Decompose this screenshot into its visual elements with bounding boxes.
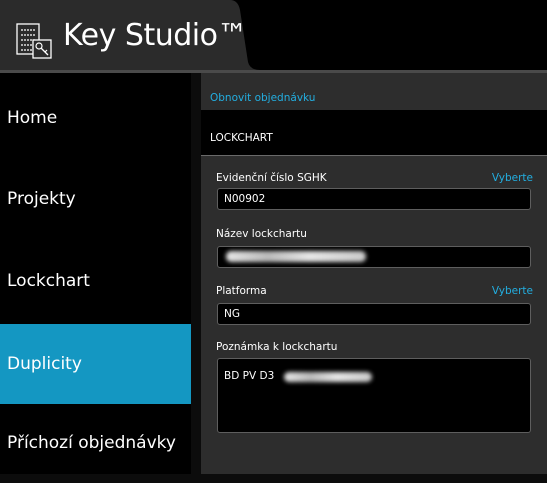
sidebar-item-prichozi-objednavky[interactable]: Příchozí objednávky bbox=[0, 403, 191, 483]
sidebar-item-projekty[interactable]: Projekty bbox=[0, 159, 191, 239]
sidebar-nav: Home Projekty Lockchart Duplicity Přícho… bbox=[0, 73, 191, 474]
section-title: LOCKCHART bbox=[210, 132, 273, 144]
redacted-note-mask bbox=[284, 372, 372, 382]
sidebar-item-label: Lockchart bbox=[7, 271, 90, 291]
sidebar-item-lockchart[interactable]: Lockchart bbox=[0, 241, 191, 321]
lockchart-name-label: Název lockchartu bbox=[216, 228, 307, 240]
platform-input[interactable] bbox=[217, 303, 531, 325]
keys-document-icon bbox=[16, 23, 52, 59]
app-header: Key Studio™ bbox=[0, 0, 547, 73]
lockchart-note-label: Poznámka k lockchartu bbox=[216, 341, 338, 353]
platform-label: Platforma bbox=[216, 285, 267, 297]
sidebar-item-label: Home bbox=[7, 108, 58, 128]
sghk-input[interactable] bbox=[217, 188, 531, 210]
redacted-name-mask bbox=[226, 251, 366, 262]
platform-choose-link[interactable]: Vyberte bbox=[492, 285, 533, 297]
app-title: Key Studio™ bbox=[63, 18, 247, 53]
refresh-order-link[interactable]: Obnovit objednávku bbox=[210, 92, 315, 104]
sidebar-item-label: Příchozí objednávky bbox=[7, 433, 176, 453]
sidebar-item-label: Projekty bbox=[7, 189, 76, 209]
order-detail-panel: Obnovit objednávku LOCKCHART Evidenční č… bbox=[201, 73, 547, 474]
sidebar-item-label: Duplicity bbox=[7, 354, 82, 374]
sidebar-item-home[interactable]: Home bbox=[0, 78, 191, 158]
sidebar-item-duplicity[interactable]: Duplicity bbox=[0, 324, 191, 404]
lockchart-note-input[interactable]: BD PV D3 bbox=[217, 358, 531, 433]
sghk-label: Evidenční číslo SGHK bbox=[216, 172, 327, 184]
sghk-choose-link[interactable]: Vyberte bbox=[492, 172, 533, 184]
